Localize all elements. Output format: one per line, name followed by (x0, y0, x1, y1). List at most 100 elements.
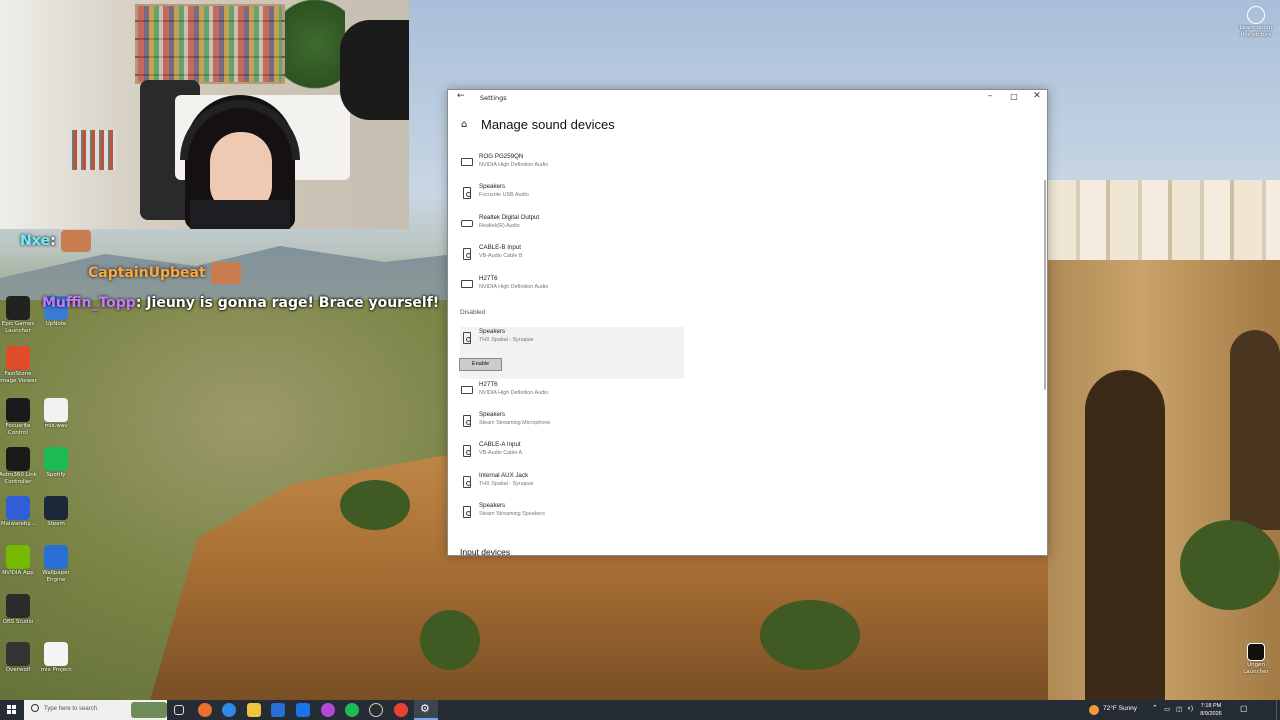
tray-app-icon[interactable]: ◫ (1176, 705, 1182, 713)
webcam-plant (285, 0, 345, 110)
search-highlight-image (131, 702, 167, 718)
desktop-icon-label: FastStone Image Viewer (0, 371, 37, 384)
sound-device-item[interactable]: CABLE-B Input VB-Audio Cable B (460, 243, 684, 271)
edge-icon[interactable] (222, 703, 236, 717)
chrome-icon[interactable] (394, 703, 408, 717)
gear-icon: ⚙ (420, 702, 430, 715)
device-name: ROG PG259QN (479, 153, 524, 160)
speaker-icon (463, 332, 471, 344)
desktop-icon-label: UpNote (45, 321, 67, 327)
back-arrow-icon[interactable]: ← (457, 91, 465, 101)
device-name: CABLE-A Input (479, 441, 521, 448)
webcam-overlay (0, 0, 409, 229)
desktop-icon-label: mix.wav (44, 423, 68, 429)
windows-logo-icon (12, 710, 16, 714)
device-driver: NVIDIA High Definition Audio (479, 390, 549, 396)
desktop-icon-label: OBS Studio (2, 619, 34, 625)
desktop-shortcut[interactable]: mix.wav (34, 398, 78, 430)
page-header: ⌂ Manage sound devices (461, 117, 615, 132)
desktop-shortcut[interactable]: Wallpaper Engine (34, 545, 78, 584)
weather-text[interactable]: 72°F Sunny (1103, 705, 1137, 712)
network-icon[interactable]: ▭ (1164, 705, 1170, 713)
desktop-shortcut[interactable]: Steam (34, 496, 78, 528)
settings-taskbar-button[interactable]: ⚙ (414, 700, 438, 720)
webcam-bookshelf (68, 130, 116, 170)
desktop-shortcut[interactable]: OBS Studio (0, 594, 40, 626)
wallpaper-bush (420, 610, 480, 670)
app-icon[interactable] (321, 703, 335, 717)
start-button[interactable] (0, 700, 24, 720)
volume-icon[interactable]: ◖) (1187, 705, 1193, 712)
sound-device-item[interactable]: Speakers THX Spatial - Synapse (460, 327, 684, 379)
notifications-icon[interactable]: ▢ (1240, 704, 1248, 713)
weather-icon[interactable] (1089, 705, 1099, 715)
sound-device-item[interactable]: CABLE-A Input VB-Audio Cable A (460, 440, 684, 468)
clock-date: 8/9/2026 (1200, 711, 1222, 717)
window-title: Settings (480, 94, 507, 102)
store-icon[interactable] (271, 703, 285, 717)
show-desktop-button[interactable] (1276, 700, 1280, 720)
speaker-icon (463, 445, 471, 457)
device-driver: NVIDIA High Definition Audio (479, 162, 549, 168)
task-view-icon[interactable] (174, 705, 184, 715)
desktop-icon-label: mix Project (40, 667, 72, 673)
chevron-up-icon[interactable]: ⌃ (1152, 704, 1158, 712)
sound-device-item[interactable]: Speakers Steam Streaming Microphone (460, 410, 684, 438)
windows-logo-icon (7, 705, 11, 709)
home-icon[interactable]: ⌂ (461, 119, 473, 130)
obs-taskbar-icon[interactable] (369, 703, 383, 717)
enable-button[interactable]: Enable (459, 358, 502, 371)
sound-device-item[interactable]: Realtek Digital Output Realtek(R) Audio (460, 213, 684, 241)
project-file-icon (44, 642, 68, 666)
firefox-icon[interactable] (198, 703, 212, 717)
wallpaper-town (1048, 180, 1280, 270)
sound-device-item[interactable]: Internal AUX Jack THX Spatial - Synapse (460, 471, 684, 499)
device-name: Speakers (479, 183, 506, 190)
digital-output-icon (461, 220, 473, 227)
webcam-shirt (190, 200, 290, 229)
wav-file-icon (44, 398, 68, 422)
page-title: Manage sound devices (481, 117, 615, 132)
device-driver: Steam Streaming Speakers (479, 511, 545, 517)
scrollbar[interactable] (1044, 180, 1046, 390)
input-devices-heading: Input devices (460, 547, 511, 556)
device-name: CABLE-B Input (479, 244, 521, 251)
windows-logo-icon (12, 705, 16, 709)
launcher-shortcut[interactable]: Ungen Launcher (1234, 643, 1278, 676)
chat-username: Muffin_Topp (42, 295, 136, 311)
minimize-button[interactable]: – (980, 91, 1000, 101)
device-name: Speakers (479, 411, 506, 418)
sound-device-item[interactable]: H27T6 NVIDIA High Definition Audio (460, 274, 684, 302)
obs-icon (6, 594, 30, 618)
taskbar-clock[interactable]: 7:18 PM 8/9/2026 (1196, 702, 1226, 718)
mail-icon[interactable] (296, 703, 310, 717)
desktop-shortcut[interactable]: FastStone Image Viewer (0, 346, 40, 385)
chat-message: Nxe: (20, 230, 91, 252)
epic-games-icon (6, 296, 30, 320)
file-explorer-icon[interactable] (247, 703, 261, 717)
speaker-icon (463, 506, 471, 518)
monitor-icon (461, 158, 473, 166)
spotify-taskbar-icon[interactable] (345, 703, 359, 717)
sound-device-item[interactable]: Speakers Focusrite USB Audio (460, 182, 684, 210)
device-name: Realtek Digital Output (479, 214, 540, 221)
device-driver: Realtek(R) Audio (479, 223, 520, 229)
chat-username: CaptainUpbeat (88, 265, 206, 281)
desktop-icon-label: Steam (47, 521, 65, 527)
maximize-button[interactable]: □ (1004, 92, 1024, 101)
search-placeholder: Type here to search (44, 706, 98, 712)
device-driver: THX Spatial - Synapse (479, 337, 534, 343)
desktop-shortcut[interactable]: Spotify (34, 447, 78, 479)
sound-device-item[interactable]: ROG PG259QN NVIDIA High Definition Audio (460, 152, 684, 180)
sound-device-item[interactable]: H27T6 NVIDIA High Definition Audio (460, 380, 684, 408)
monitor-icon (461, 386, 473, 394)
desktop-icon-label: Ungen Launcher (1243, 662, 1269, 675)
device-driver: VB-Audio Cable A (479, 450, 523, 456)
learn-about-picture-shortcut[interactable]: Learn about this picture (1234, 6, 1278, 39)
device-driver: Steam Streaming Microphone (479, 420, 551, 426)
sound-device-item[interactable]: Speakers Steam Streaming Speakers (460, 501, 684, 529)
wallpaper-bridge-arch (1230, 330, 1280, 530)
desktop-shortcut[interactable]: mix Project (34, 642, 78, 674)
monitor-icon (461, 280, 473, 288)
close-button[interactable]: ✕ (1027, 91, 1047, 101)
